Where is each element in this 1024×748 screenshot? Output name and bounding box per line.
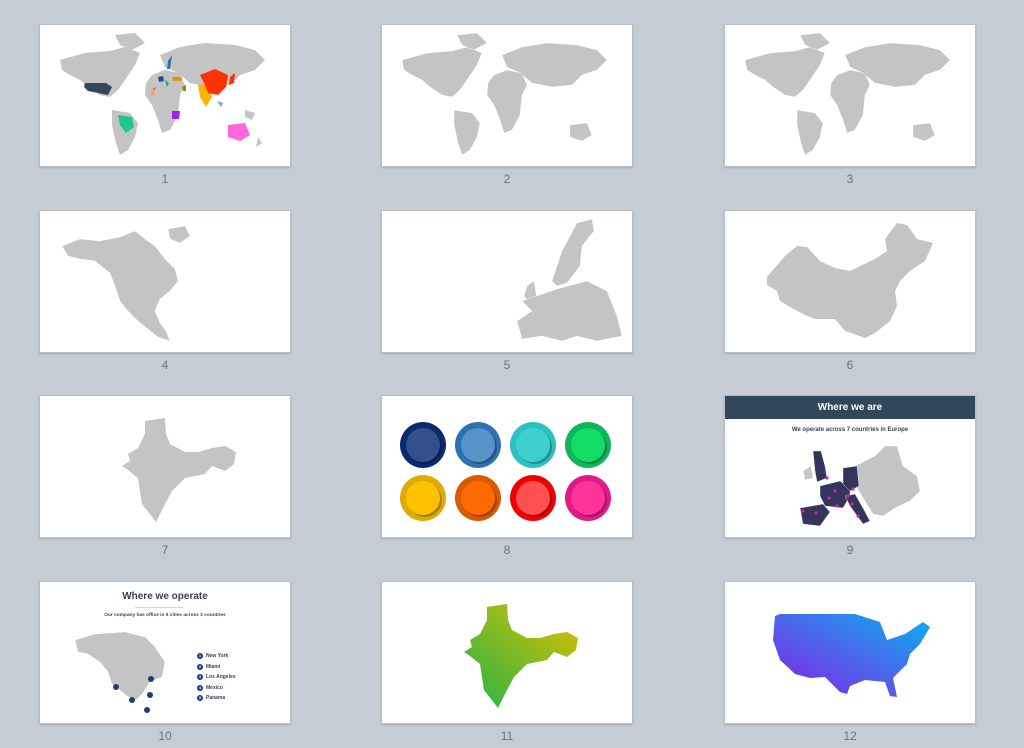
- slide-thumbnail[interactable]: Where we operate Our company has office …: [39, 581, 291, 724]
- slide-thumbnail[interactable]: [381, 210, 633, 353]
- india-gradient-map: [464, 604, 578, 708]
- city-name: Los Angeles: [206, 674, 236, 681]
- city-number-badge: 5: [197, 695, 203, 702]
- color-marker: [565, 422, 611, 468]
- legend-item: 4 Mexico: [197, 683, 236, 694]
- slide-thumbnail[interactable]: [39, 24, 291, 167]
- city-name: Panama: [206, 695, 226, 702]
- color-marker: [400, 475, 446, 521]
- world-map-gray: [401, 32, 608, 156]
- slide-thumbnail[interactable]: [39, 395, 291, 538]
- world-map-gray: [744, 32, 951, 156]
- slide-number: 7: [161, 543, 169, 557]
- city-number-badge: 1: [197, 653, 203, 660]
- color-marker: [455, 475, 501, 521]
- slide-number: 9: [846, 543, 854, 557]
- slide-number: 10: [158, 729, 172, 743]
- north-america-map: [61, 225, 191, 342]
- india-map: [122, 418, 236, 522]
- slide-thumbnail[interactable]: [724, 210, 976, 353]
- city-number-badge: 4: [197, 684, 203, 691]
- legend-item: 2 Miami: [197, 662, 236, 673]
- slide-thumbnail[interactable]: [381, 395, 633, 538]
- slide-number: 12: [843, 729, 857, 743]
- slide-number: 4: [161, 358, 169, 372]
- city-number-badge: 2: [197, 663, 203, 670]
- slide-thumbnail[interactable]: Where we are We operate across 7 countri…: [724, 395, 976, 538]
- europe-map: [516, 218, 623, 342]
- slide-number: 1: [161, 172, 169, 186]
- slide-thumbnail[interactable]: [724, 24, 976, 167]
- slide-thumbnail[interactable]: [39, 210, 291, 353]
- europe-operations-map: [799, 445, 921, 527]
- slide-number: 8: [503, 543, 511, 557]
- city-name: Miami: [206, 663, 221, 670]
- color-marker: [455, 422, 501, 468]
- world-map-highlighted: [60, 33, 265, 155]
- city-legend: 1 New York 2 Miami 3 Los Angeles 4 Mexico 5P…: [197, 651, 236, 704]
- city-name: Mexico: [206, 684, 223, 691]
- slide-number: 6: [846, 358, 854, 372]
- usa-gradient-map: [773, 614, 930, 697]
- slide-number: 3: [846, 172, 854, 186]
- north-america-offices-map: [74, 631, 166, 713]
- slide-thumbnail[interactable]: [381, 24, 633, 167]
- legend-item: 1 New York: [197, 651, 236, 662]
- legend-item: 5 Panama: [197, 693, 236, 704]
- legend-item: 3 Los Angeles: [197, 672, 236, 683]
- city-name: New York: [206, 653, 229, 660]
- color-marker: [400, 422, 446, 468]
- slide-number: 11: [500, 729, 514, 743]
- slide-thumbnail[interactable]: [724, 581, 976, 724]
- color-markers: [400, 422, 611, 521]
- color-marker: [565, 475, 611, 521]
- city-number-badge: 3: [197, 674, 203, 681]
- slide-number: 5: [503, 358, 511, 372]
- slide-sorter-grid: 1 2 3 4 5 6 7 8 Where we are We operate …: [0, 0, 1024, 748]
- china-map: [767, 223, 933, 338]
- slide-thumbnail[interactable]: [381, 581, 633, 724]
- color-marker: [510, 475, 556, 521]
- slide-number: 2: [503, 172, 511, 186]
- color-marker: [510, 422, 556, 468]
